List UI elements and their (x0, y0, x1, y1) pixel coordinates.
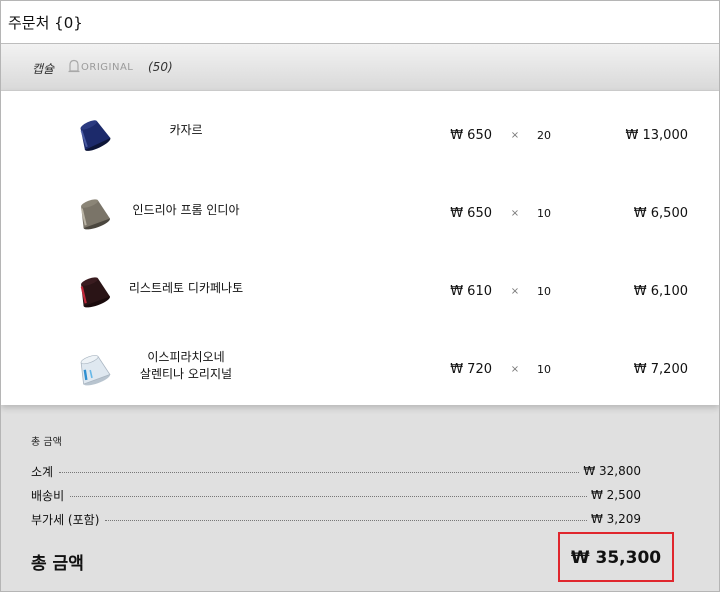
shipping-label: 배송비 (31, 488, 65, 503)
item-line-total: ₩ 6,100 (633, 284, 688, 299)
item-quantity: 10 (537, 363, 551, 376)
category-label: 캡슐 (32, 62, 55, 76)
item-price: ₩ 720 (450, 362, 492, 377)
item-price: ₩ 610 (450, 284, 492, 299)
multiply-sign: × (510, 208, 520, 219)
item-price: ₩ 650 (450, 128, 492, 143)
order-item: 이스피라치오네 살렌티나 오리지널 ₩ 720 × 10 ₩ 7,200 (1, 337, 719, 415)
grand-total-value: ₩ 35,300 (570, 548, 662, 568)
subtotal-row: 소계 ₩ 32,800 (31, 463, 641, 479)
dotted-leader (59, 471, 580, 473)
multiply-sign: × (510, 130, 520, 141)
subtotal-value: ₩ 32,800 (583, 464, 641, 478)
order-items-list: 카자르 ₩ 650 × 20 ₩ 13,000 인드리아 프롬 인디아 ₩ 65… (1, 91, 719, 405)
order-summary-frame: 주문처 {0} 캡슐 ORIGINAL (50) 카자르 ₩ 650 × 20 … (0, 0, 720, 592)
item-name: 인드리아 프롬 인디아 (132, 203, 240, 217)
shipping-row: 배송비 ₩ 2,500 (31, 487, 641, 503)
order-item: 리스트레토 디카페나토 ₩ 610 × 10 ₩ 6,100 (1, 259, 719, 337)
dotted-leader (105, 519, 587, 521)
order-header: 주문처 {0} (1, 1, 719, 44)
totals-section: 총 금액 소계 ₩ 32,800 배송비 ₩ 2,500 부가세 (포함) ₩ … (1, 405, 719, 591)
multiply-sign: × (510, 286, 520, 297)
vat-label: 부가세 (포함) (31, 512, 100, 527)
brand-logo: ORIGINAL (68, 59, 133, 73)
grand-total-highlight: ₩ 35,300 (558, 532, 674, 582)
totals-caption: 총 금액 (31, 437, 62, 448)
page-title: 주문처 {0} (8, 14, 83, 32)
item-line-total: ₩ 13,000 (625, 128, 688, 143)
brand-label: ORIGINAL (81, 62, 134, 73)
item-name-line1: 이스피라치오네 (147, 350, 225, 364)
item-quantity: 10 (537, 285, 551, 298)
capsule-count: (50) (148, 60, 173, 74)
item-line-total: ₩ 6,500 (633, 206, 688, 221)
item-name: 카자르 (169, 123, 203, 137)
capsule-ristretto-decaf-icon (80, 277, 110, 308)
multiply-sign: × (510, 364, 520, 375)
dotted-leader (70, 495, 587, 497)
order-item: 인드리아 프롬 인디아 ₩ 650 × 10 ₩ 6,500 (1, 181, 719, 259)
shipping-value: ₩ 2,500 (590, 488, 641, 502)
item-quantity: 10 (537, 207, 551, 220)
item-price: ₩ 650 (450, 206, 492, 221)
vat-value: ₩ 3,209 (590, 512, 641, 526)
item-name: 이스피라치오네 살렌티나 오리지널 (121, 349, 251, 383)
grand-total-label: 총 금액 (31, 554, 84, 574)
vat-row: 부가세 (포함) ₩ 3,209 (31, 511, 641, 527)
capsule-indriya-icon (80, 199, 110, 230)
order-item: 카자르 ₩ 650 × 20 ₩ 13,000 (1, 103, 719, 181)
capsule-kazaar-icon (80, 120, 111, 151)
capsule-salentina-icon (80, 355, 111, 386)
item-name: 리스트레토 디카페나토 (128, 281, 244, 295)
item-quantity: 20 (537, 129, 551, 142)
item-line-total: ₩ 7,200 (633, 362, 688, 377)
bell-icon (68, 59, 80, 73)
subtotal-label: 소계 (31, 464, 54, 479)
item-name-line2: 살렌티나 오리지널 (139, 367, 233, 381)
category-bar: 캡슐 ORIGINAL (50) (1, 44, 719, 91)
